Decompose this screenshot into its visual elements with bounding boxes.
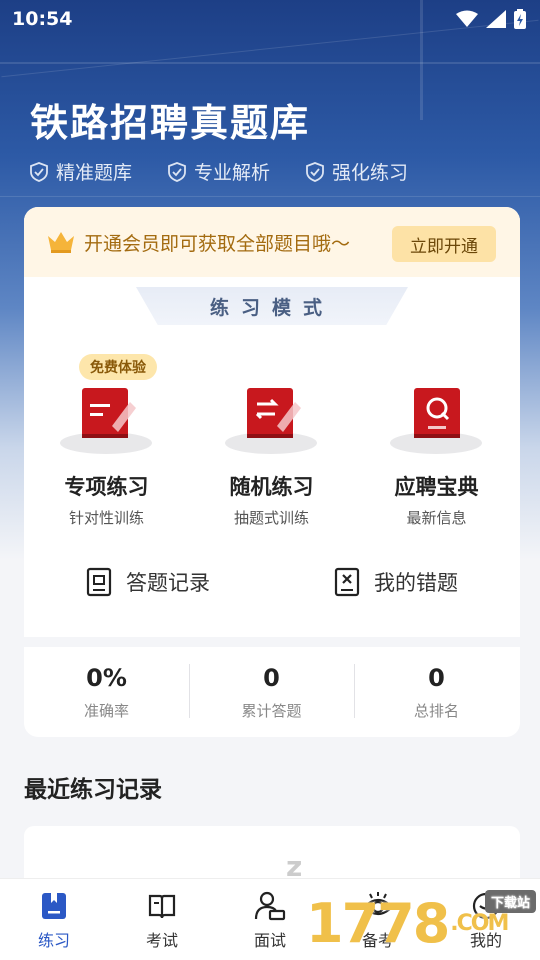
mode-job-guide[interactable]: 应聘宝典 最新信息 xyxy=(354,352,519,528)
status-time: 10:54 xyxy=(12,8,73,30)
exam-book-icon xyxy=(148,894,176,919)
crown-icon xyxy=(48,232,74,253)
my-mistakes-link[interactable]: 我的错题 xyxy=(272,567,520,597)
job-guide-book-icon xyxy=(414,388,460,438)
feature-list: 精准题库 专业解析 强化练习 xyxy=(30,158,408,185)
activate-vip-button[interactable]: 立即开通 xyxy=(392,226,496,262)
stat-label: 准确率 xyxy=(83,701,129,720)
shield-check-icon xyxy=(306,161,324,182)
stat-accuracy: 0% 准确率 xyxy=(24,664,189,721)
mode-name: 应聘宝典 xyxy=(394,475,479,499)
wifi-icon xyxy=(456,10,478,27)
vip-text: 开通会员即可获取全部题目哦～ xyxy=(84,232,351,255)
record-links: 答题记录 我的错题 xyxy=(24,567,520,597)
status-bar: 10:54 xyxy=(0,0,540,38)
mode-icon-wrap: 免费体验 xyxy=(24,352,189,457)
watermark-suffix: .COM xyxy=(450,910,509,936)
vip-banner[interactable]: 开通会员即可获取全部题目哦～ 立即开通 xyxy=(24,207,520,277)
stat-value: 0 xyxy=(428,663,445,692)
app-title: 铁路招聘真题库 xyxy=(30,101,311,145)
stat-rank: 0 总排名 xyxy=(354,663,519,721)
mode-name: 随机练习 xyxy=(229,475,314,499)
mode-random-practice[interactable]: 随机练习 抽题式训练 xyxy=(189,352,354,528)
mode-special-practice[interactable]: 免费体验 专项练习 针对性训练 xyxy=(24,352,189,528)
stat-label: 总排名 xyxy=(413,701,459,720)
mode-icon-wrap xyxy=(354,352,519,457)
system-icons xyxy=(456,9,526,29)
feature-label: 强化练习 xyxy=(332,162,409,184)
signal-icon xyxy=(486,10,506,28)
answer-record-icon xyxy=(86,567,112,597)
answer-history-link[interactable]: 答题记录 xyxy=(24,567,272,597)
feature-item: 专业解析 xyxy=(168,158,270,185)
tab-practice[interactable]: 练习 xyxy=(0,879,108,960)
stat-value: 0 xyxy=(263,663,280,692)
feature-item: 强化练习 xyxy=(306,158,408,185)
mode-subtitle: 针对性训练 xyxy=(68,509,144,527)
tab-label: 考试 xyxy=(145,931,178,950)
watermark-number: 1778 xyxy=(306,891,450,955)
mode-icon-wrap xyxy=(189,352,354,457)
feature-label: 专业解析 xyxy=(194,162,271,184)
mistake-icon xyxy=(334,567,360,597)
feature-item: 精准题库 xyxy=(30,158,132,185)
interview-person-icon xyxy=(254,891,286,921)
stat-total-answers: 0 累计答题 xyxy=(189,663,354,721)
site-watermark-logo: 1778 .COM 下载站 xyxy=(306,890,536,956)
practice-modes: 免费体验 专项练习 针对性训练 随机练习 抽题式训练 应聘宝典 最新信息 xyxy=(24,352,520,528)
overhead-wire xyxy=(0,196,540,197)
stat-label: 累计答题 xyxy=(241,701,302,720)
practice-book-icon xyxy=(42,893,66,919)
overhead-wire xyxy=(0,62,540,64)
recent-practice-list: z xyxy=(24,826,520,886)
free-trial-badge: 免费体验 xyxy=(79,354,157,380)
recent-practice-title: 最近练习记录 xyxy=(24,777,162,803)
feature-label: 精准题库 xyxy=(56,162,133,184)
mode-subtitle: 最新信息 xyxy=(406,509,467,527)
watermark-tag: 下载站 xyxy=(484,890,536,913)
answer-history-label: 答题记录 xyxy=(126,571,210,595)
stat-value: 0% xyxy=(86,663,127,692)
mode-name: 专项练习 xyxy=(64,475,149,499)
special-practice-book-icon xyxy=(82,388,136,438)
tab-label: 面试 xyxy=(253,931,286,950)
my-mistakes-label: 我的错题 xyxy=(374,571,458,595)
random-practice-book-icon xyxy=(247,388,301,438)
stats-row: 0% 准确率 0 累计答题 0 总排名 xyxy=(24,637,520,737)
shield-check-icon xyxy=(30,161,48,182)
practice-mode-title: 练习模式 xyxy=(136,287,408,325)
tab-exam[interactable]: 考试 xyxy=(108,879,216,960)
battery-icon xyxy=(514,9,526,29)
mode-subtitle: 抽题式训练 xyxy=(233,509,309,527)
tab-label: 练习 xyxy=(37,931,70,950)
shield-check-icon xyxy=(168,161,186,182)
practice-card: 开通会员即可获取全部题目哦～ 立即开通 练习模式 免费体验 专项练习 针对性训练 xyxy=(24,207,520,737)
